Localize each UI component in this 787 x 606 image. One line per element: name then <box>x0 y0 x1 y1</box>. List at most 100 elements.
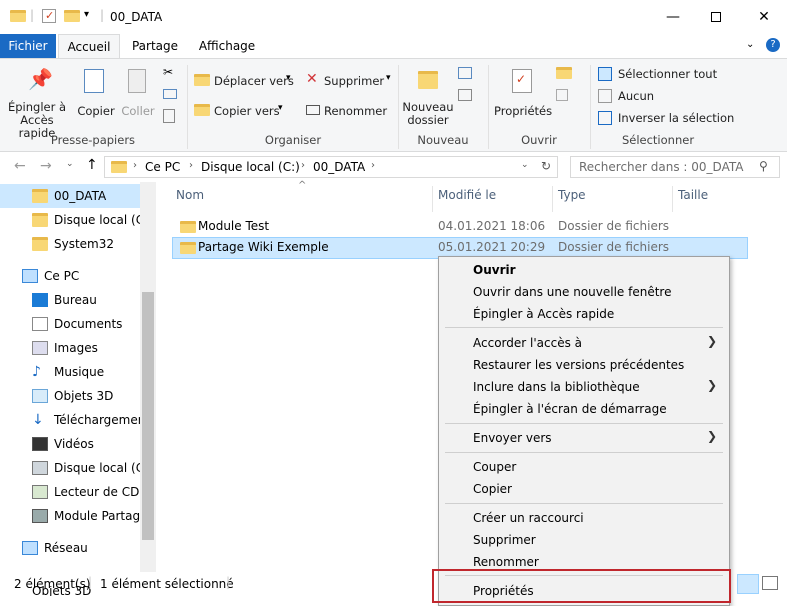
tab-affichage[interactable]: Affichage <box>194 34 260 58</box>
cut-icon[interactable]: ✂ <box>163 65 173 79</box>
new-folder-quick-icon[interactable] <box>64 10 80 22</box>
nav-item-bureau[interactable]: Bureau <box>0 288 140 312</box>
copy-path-icon[interactable] <box>163 89 177 99</box>
folder-icon <box>111 161 127 173</box>
ribbon-divider <box>590 65 591 149</box>
folder-icon <box>32 213 48 227</box>
copy-button[interactable]: Copier <box>74 63 118 131</box>
menu-item-copy[interactable]: Copier <box>473 482 512 496</box>
column-divider[interactable] <box>432 186 433 212</box>
download-icon: ↓ <box>32 412 44 428</box>
folder-icon <box>32 189 48 203</box>
help-icon[interactable]: ? <box>766 38 780 52</box>
nav-item-documents[interactable]: Documents <box>0 312 140 336</box>
up-arrow-icon[interactable]: ↑ <box>86 157 98 173</box>
copy-to-button[interactable]: Copier vers ▾ <box>194 101 298 121</box>
nav-item-telechargement[interactable]: ↓ Téléchargement <box>0 408 140 432</box>
refresh-icon[interactable]: ↻ <box>541 159 551 173</box>
paste-shortcut-icon[interactable] <box>163 109 175 123</box>
nav-item-images[interactable]: Images <box>0 336 140 360</box>
edit-icon[interactable] <box>556 89 568 101</box>
nav-item-reseau[interactable]: Réseau <box>0 536 140 560</box>
menu-item-delete[interactable]: Supprimer <box>473 533 536 547</box>
forward-arrow-icon[interactable]: → <box>40 158 52 174</box>
breadcrumb-disque-local[interactable]: Disque local (C:) <box>201 160 300 174</box>
column-divider[interactable] <box>552 186 553 212</box>
nav-label: Disque local (C:) <box>54 461 140 475</box>
invert-selection-icon <box>598 111 612 125</box>
menu-item-open-new-window[interactable]: Ouvrir dans une nouvelle fenêtre <box>473 285 671 299</box>
tab-fichier[interactable]: Fichier <box>0 34 56 58</box>
select-none-icon <box>598 89 612 103</box>
images-icon <box>32 341 48 355</box>
menu-item-give-access[interactable]: Accorder l'accès à <box>473 336 582 350</box>
menu-item-pin-start[interactable]: Épingler à l'écran de démarrage <box>473 402 667 416</box>
address-dropdown-icon[interactable]: ⌄ <box>521 160 529 170</box>
column-header-type[interactable]: Type <box>558 188 586 210</box>
pin-quick-access-button[interactable]: 📌 Épingler à Accès rapide <box>4 63 70 140</box>
nav-item-ce-pc[interactable]: Ce PC <box>0 264 140 288</box>
maximize-icon <box>711 12 721 22</box>
delete-button[interactable]: ✕ Supprimer ▾ <box>306 71 398 91</box>
rename-button[interactable]: Renommer <box>306 101 387 121</box>
large-icons-view-icon[interactable] <box>762 576 778 590</box>
menu-item-ouvrir[interactable]: Ouvrir <box>473 263 516 277</box>
new-item-icon[interactable] <box>458 67 472 79</box>
tab-accueil[interactable]: Accueil <box>58 34 120 58</box>
invert-selection-button[interactable]: Inverser la sélection <box>598 109 734 127</box>
nav-label: 00_DATA <box>54 189 107 203</box>
column-divider[interactable] <box>672 186 673 212</box>
menu-item-pin-quick-access[interactable]: Épingler à Accès rapide <box>473 307 614 321</box>
invert-selection-label: Inverser la sélection <box>618 111 735 125</box>
select-none-button[interactable]: Aucun <box>598 87 728 105</box>
drive-icon <box>32 461 48 475</box>
menu-item-include-library[interactable]: Inclure dans la bibliothèque <box>473 380 640 394</box>
column-header-modifie[interactable]: Modifié le <box>438 188 496 210</box>
nav-item-musique[interactable]: ♪ Musique <box>0 360 140 384</box>
menu-item-rename[interactable]: Renommer <box>473 555 539 569</box>
nav-item-videos[interactable]: Vidéos <box>0 432 140 456</box>
menu-item-restore-versions[interactable]: Restaurer les versions précédentes <box>473 358 684 372</box>
column-header-nom[interactable]: Nom <box>176 188 204 210</box>
ribbon-expand-icon[interactable]: ⌄ <box>746 39 754 50</box>
search-input[interactable]: Rechercher dans : 00_DATA ⚲ <box>570 156 780 178</box>
breadcrumb-ce-pc[interactable]: Ce PC <box>145 160 180 174</box>
new-folder-button[interactable]: Nouveau dossier <box>402 63 454 131</box>
properties-highlight-box <box>432 569 731 603</box>
back-arrow-icon[interactable]: ← <box>14 158 26 174</box>
select-all-button[interactable]: Sélectionner tout <box>598 65 728 83</box>
address-bar[interactable]: › Ce PC › Disque local (C:) › 00_DATA › … <box>104 156 558 178</box>
details-view-icon[interactable] <box>737 574 759 594</box>
properties-button[interactable]: ✓ Propriétés <box>494 63 552 131</box>
tab-partage[interactable]: Partage <box>126 34 184 58</box>
menu-item-cut[interactable]: Couper <box>473 460 516 474</box>
nav-item-disque-local-c[interactable]: Disque local (C:) <box>0 456 140 480</box>
nav-label: Lecteur de CD (D <box>54 485 140 499</box>
nav-item-module-partage[interactable]: Module Partage <box>0 504 140 528</box>
file-row-module-test[interactable]: Module Test 04.01.2021 18:06 Dossier de … <box>172 216 748 238</box>
nav-scrollbar-thumb[interactable] <box>142 292 154 540</box>
nav-item-objets-3d[interactable]: Objets 3D <box>0 384 140 408</box>
quick-access-dropdown-icon[interactable]: ▾ <box>84 9 89 20</box>
column-header-taille[interactable]: Taille <box>678 188 708 210</box>
breadcrumb-00-data[interactable]: 00_DATA <box>313 160 365 174</box>
move-to-button[interactable]: Déplacer vers ▾ <box>194 71 298 91</box>
properties-quick-icon[interactable]: ✓ <box>42 9 56 23</box>
easy-access-icon[interactable] <box>458 89 472 101</box>
menu-item-create-shortcut[interactable]: Créer un raccourci <box>473 511 584 525</box>
nav-item-system32[interactable]: System32 <box>0 232 140 256</box>
open-icon[interactable] <box>556 67 572 79</box>
ribbon: 📌 Épingler à Accès rapide Copier Coller … <box>0 58 787 152</box>
maximize-button[interactable] <box>693 0 739 34</box>
nav-item-00-data[interactable]: 00_DATA <box>0 184 140 208</box>
ribbon-divider <box>398 65 399 149</box>
minimize-button[interactable]: — <box>650 0 696 34</box>
nav-item-disque-local[interactable]: Disque local (C:) <box>0 208 140 232</box>
select-none-label: Aucun <box>618 89 655 103</box>
nav-item-lecteur-cd[interactable]: Lecteur de CD (D <box>0 480 140 504</box>
close-icon: ✕ <box>758 9 770 25</box>
paste-button[interactable]: Coller <box>118 63 158 131</box>
recent-locations-icon[interactable]: ⌄ <box>66 159 74 169</box>
menu-item-send-to[interactable]: Envoyer vers <box>473 431 552 445</box>
close-button[interactable]: ✕ <box>741 0 787 34</box>
